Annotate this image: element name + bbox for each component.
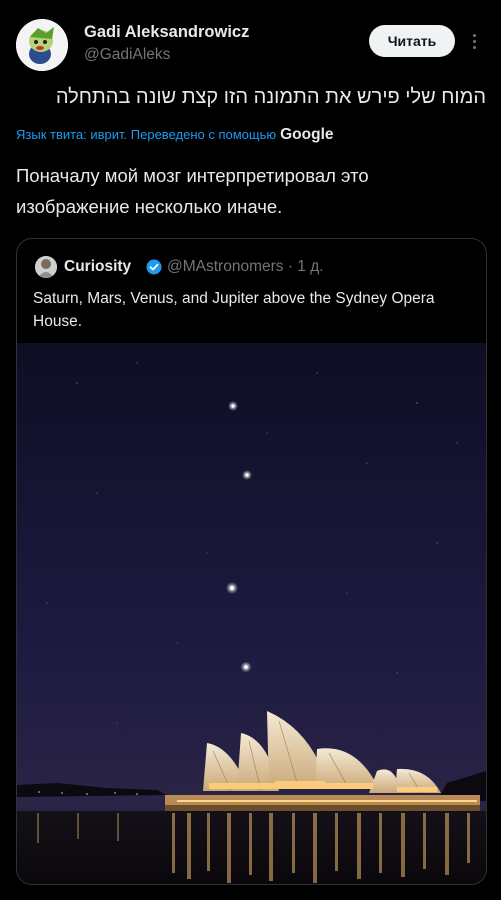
quoted-author-handle-time[interactable]: @MAstronomers · 1 д. [167,258,324,276]
translation-provider-logo: Google [280,126,334,143]
translation-note[interactable]: Язык твита: иврит. Переведено с помощью G… [16,126,334,144]
quoted-avatar-illustration [35,256,57,278]
quoted-author-name[interactable]: Curiosity [64,258,131,276]
author-display-name[interactable]: Gadi Aleksandrowicz [84,23,249,42]
planet-venus [226,582,238,594]
translation-note-label: Язык твита: иврит. Переведено с помощью [16,127,277,142]
avatar-illustration [16,19,68,71]
quoted-author-avatar[interactable] [35,256,57,278]
author-avatar[interactable] [16,19,68,71]
night-sky-opera-house-photo[interactable] [17,343,486,884]
follow-button[interactable]: Читать [369,25,455,57]
author-handle[interactable]: @GadiAleks [84,46,170,64]
tweet-page: Gadi Aleksandrowicz @GadiAleks Читать המ… [0,0,501,900]
more-vertical-icon[interactable] [467,27,481,55]
planet-saturn [228,401,238,411]
quoted-tweet-card[interactable]: Curiosity @MAstronomers · 1 д. Saturn, M… [16,238,487,885]
quoted-tweet-text: Saturn, Mars, Venus, and Jupiter above t… [33,290,435,330]
planet-mars [242,470,252,480]
tweet-original-text: המוח שלי פירש את התמונה הזו קצת שונה בהת… [55,86,486,108]
planet-jupiter [240,661,252,673]
tweet-translated-text: Поначалу мой мозг интерпретировал это из… [16,165,369,217]
verified-badge-icon [146,259,162,275]
